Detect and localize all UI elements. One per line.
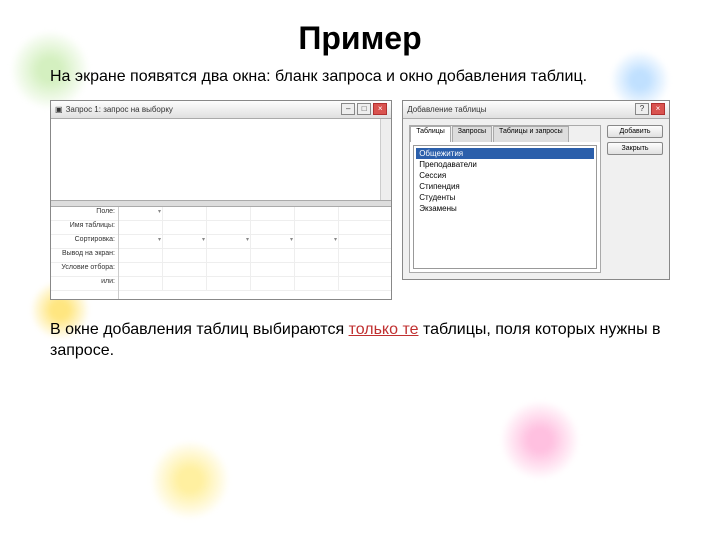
grid-cell[interactable] (295, 263, 339, 276)
query-window-title: Запрос 1: запрос на выборку (66, 105, 173, 114)
grid-cell[interactable] (251, 263, 295, 276)
decoration (500, 400, 580, 480)
grid-cell[interactable] (207, 263, 251, 276)
dialog-titlebar: Добавление таблицы ? × (403, 101, 669, 119)
query-designer-window: ▣ Запрос 1: запрос на выборку – □ × Поле… (50, 100, 392, 300)
list-item[interactable]: Сессия (416, 170, 594, 181)
grid-cell[interactable] (295, 221, 339, 234)
grid-label: Имя таблицы: (51, 221, 118, 235)
grid-cell[interactable] (207, 207, 251, 220)
minimize-button[interactable]: – (341, 103, 355, 115)
outro-text: В окне добавления таблиц выбираются толь… (50, 320, 670, 362)
list-item[interactable]: Стипендия (416, 181, 594, 192)
grid-label: Сортировка: (51, 235, 118, 249)
grid-cell[interactable] (163, 207, 207, 220)
grid-cell[interactable] (251, 207, 295, 220)
list-item[interactable]: Экзамены (416, 203, 594, 214)
tab-tables[interactable]: Таблицы (410, 126, 451, 142)
outro-pre: В окне добавления таблиц выбираются (50, 321, 349, 338)
grid-cell[interactable] (295, 277, 339, 290)
query-window-titlebar: ▣ Запрос 1: запрос на выборку – □ × (51, 101, 391, 119)
grid-label: Условие отбора: (51, 263, 118, 277)
grid-cell[interactable] (163, 221, 207, 234)
grid-cell[interactable] (119, 277, 163, 290)
list-item[interactable]: Студенты (416, 192, 594, 203)
query-grid: Поле: Имя таблицы: Сортировка: Вывод на … (51, 207, 391, 299)
help-button[interactable]: ? (635, 103, 649, 115)
tab-queries[interactable]: Запросы (452, 126, 492, 142)
grid-cell[interactable] (207, 235, 251, 248)
grid-cell[interactable] (207, 221, 251, 234)
slide-title: Пример (50, 20, 670, 57)
grid-cell[interactable] (251, 277, 295, 290)
intro-text: На экране появятся два окна: бланк запро… (50, 67, 670, 88)
outro-highlight: только те (349, 321, 419, 338)
grid-label: или: (51, 277, 118, 291)
grid-cell[interactable] (295, 235, 339, 248)
grid-cell[interactable] (163, 235, 207, 248)
grid-cell[interactable] (295, 249, 339, 262)
grid-row-labels: Поле: Имя таблицы: Сортировка: Вывод на … (51, 207, 119, 299)
grid-cell[interactable] (295, 207, 339, 220)
tab-panel: Таблицы Запросы Таблицы и запросы Общежи… (409, 125, 601, 273)
grid-label: Поле: (51, 207, 118, 221)
grid-cell[interactable] (163, 277, 207, 290)
dialog-title: Добавление таблицы (407, 105, 486, 114)
grid-cell[interactable] (207, 249, 251, 262)
grid-cell[interactable] (163, 249, 207, 262)
grid-cell[interactable] (119, 235, 163, 248)
grid-cell[interactable] (119, 221, 163, 234)
grid-cell[interactable] (163, 263, 207, 276)
grid-columns (119, 207, 391, 299)
dialog-buttons: Добавить Закрыть (607, 125, 663, 273)
grid-cell[interactable] (119, 207, 163, 220)
app-icon: ▣ (55, 105, 63, 114)
grid-cell[interactable] (251, 235, 295, 248)
grid-label: Вывод на экран: (51, 249, 118, 263)
query-canvas[interactable] (51, 119, 391, 201)
grid-cell[interactable] (119, 249, 163, 262)
close-button[interactable]: × (373, 103, 387, 115)
grid-cell[interactable] (119, 263, 163, 276)
grid-cell[interactable] (207, 277, 251, 290)
grid-cell[interactable] (251, 221, 295, 234)
tab-both[interactable]: Таблицы и запросы (493, 126, 569, 142)
list-item[interactable]: Общежития (416, 148, 594, 159)
screenshot-row: ▣ Запрос 1: запрос на выборку – □ × Поле… (50, 100, 670, 300)
close-icon[interactable]: × (651, 103, 665, 115)
tab-strip: Таблицы Запросы Таблицы и запросы (410, 126, 600, 142)
decoration (150, 440, 230, 520)
maximize-button[interactable]: □ (357, 103, 371, 115)
add-table-dialog: Добавление таблицы ? × Таблицы Запросы Т… (402, 100, 670, 280)
grid-cell[interactable] (251, 249, 295, 262)
add-button[interactable]: Добавить (607, 125, 663, 138)
close-button[interactable]: Закрыть (607, 142, 663, 155)
list-item[interactable]: Преподаватели (416, 159, 594, 170)
table-list[interactable]: Общежития Преподаватели Сессия Стипендия… (413, 145, 597, 269)
